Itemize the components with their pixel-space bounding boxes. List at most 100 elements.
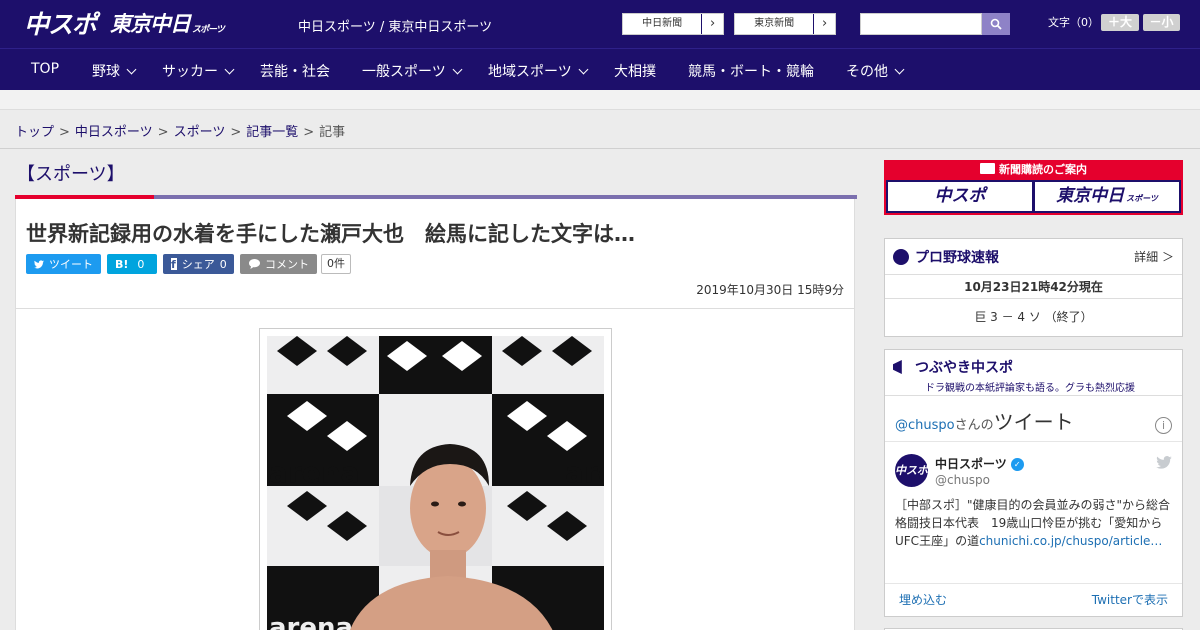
chevron-right-icon: › <box>822 16 828 31</box>
facebook-icon: f <box>171 258 177 271</box>
view-on-twitter-link[interactable]: Twitterで表示 <box>1092 591 1168 608</box>
twitter-bird-icon[interactable] <box>1156 456 1172 469</box>
nav-item-label: 競馬・ボート・競輪 <box>688 64 814 80</box>
nav-item-general-sports[interactable]: 一般スポーツ <box>362 61 463 81</box>
nav-item-sumo[interactable]: 大相撲 <box>614 61 656 81</box>
nav-item-other[interactable]: その他 <box>846 61 905 81</box>
site-names: 中日スポーツ / 東京中日スポーツ <box>298 20 493 35</box>
arena-logo-bottom: arena <box>269 613 353 630</box>
top-header: 中スポ 東京中日 スポーツ 中日スポーツ / 東京中日スポーツ 中日新聞 › 東… <box>0 0 1200 48</box>
breadcrumb-separator: > <box>230 125 242 140</box>
subscription-title: 新聞購読のご案内 <box>884 160 1183 180</box>
megaphone-icon <box>893 360 902 374</box>
breadcrumb-top[interactable]: トップ <box>15 125 54 140</box>
tweet-link[interactable]: chunichi.co.jp/chuspo/article… <box>979 534 1162 548</box>
breadcrumb-chunichi-sports[interactable]: 中日スポーツ <box>75 125 153 140</box>
nav-item-soccer[interactable]: サッカー <box>162 61 235 81</box>
breadcrumb-separator: > <box>303 125 315 140</box>
nav-item-label: 野球 <box>92 64 120 80</box>
comment-button[interactable]: コメント <box>240 254 317 274</box>
nav-item-label: サッカー <box>162 64 218 80</box>
tokyo-logo-sub: スポーツ <box>192 24 225 35</box>
verified-icon: ✓ <box>1010 458 1024 471</box>
tweets-header: つぶやき中スポ ドラ観戦の本紙評論家も語る。グラも熱烈応援 <box>885 350 1182 396</box>
nav-item-racing[interactable]: 競馬・ボート・競輪 <box>688 61 814 81</box>
chevron-down-icon <box>224 64 235 74</box>
tweet-account-handle[interactable]: @chuspo <box>935 473 990 487</box>
hatena-count: 0 <box>137 257 145 271</box>
breadcrumb-article-list[interactable]: 記事一覧 <box>246 125 298 140</box>
chevron-down-icon <box>578 64 589 74</box>
share-buttons: ツイート B! 0 f シェア 0 コメント 0件 <box>26 254 351 274</box>
tweet-label: ツイート <box>49 258 93 271</box>
breadcrumb-separator: > <box>59 125 70 140</box>
font-size-label: 文字（0） <box>1048 16 1099 29</box>
breadcrumb-sports[interactable]: スポーツ <box>174 125 226 140</box>
pro-baseball-title: プロ野球速報 <box>915 249 999 266</box>
comment-count: 0件 <box>321 254 351 274</box>
nav-item-label: TOP <box>31 61 60 77</box>
main-nav: TOP 野球 サッカー 芸能・社会 一般スポーツ 地域スポーツ 大相撲 競馬・ボ… <box>0 48 1200 90</box>
article-photo[interactable]: arena arena arena <box>267 336 604 630</box>
font-size-decrease-button[interactable]: －小 <box>1143 14 1180 31</box>
pro-baseball-more-link[interactable]: 詳細 ＞ <box>1134 248 1174 265</box>
tweets-title: つぶやき中スポ <box>915 360 1013 376</box>
nav-item-label: 芸能・社会 <box>260 64 330 80</box>
arena-logo-right: arena <box>565 456 604 489</box>
tweets-subtitle: ドラ観戦の本紙評論家も語る。グラも熱烈応援 <box>925 383 1135 394</box>
chuspo-logo[interactable]: 中スポ <box>24 8 97 39</box>
facebook-share-button[interactable]: f シェア 0 <box>163 254 234 274</box>
facebook-count: 0 <box>219 257 227 271</box>
pro-baseball-widget: プロ野球速報 詳細 ＞ 10月23日21時42分現在 巨 3 － 4 ソ （終了… <box>884 238 1183 337</box>
facebook-label: シェア <box>181 258 215 271</box>
tokyo-shimbun-label: 東京新聞 <box>735 14 815 34</box>
nav-item-label: その他 <box>846 64 888 80</box>
nav-item-top[interactable]: TOP <box>31 61 59 77</box>
tweet-account-name-text: 中日スポーツ <box>935 457 1007 471</box>
twitter-embed-footer: 埋め込む Twitterで表示 <box>885 583 1182 615</box>
nav-item-entertainment[interactable]: 芸能・社会 <box>260 61 330 81</box>
subscribe-chuspo-button[interactable]: 中スポ <box>888 182 1032 211</box>
pro-baseball-timestamp: 10月23日21時42分現在 <box>885 275 1182 299</box>
hatena-bookmark-button[interactable]: B! 0 <box>107 254 157 274</box>
nav-item-label: 一般スポーツ <box>362 64 446 80</box>
chunichi-shimbun-button[interactable]: 中日新聞 › <box>622 13 724 35</box>
subscribe-tokyo-chunichi-button[interactable]: 東京中日 スポーツ <box>1035 182 1179 211</box>
tweet-button[interactable]: ツイート <box>26 254 101 274</box>
subscribe-tokyo-sub: スポーツ <box>1126 194 1158 203</box>
breadcrumb-current: 記事 <box>319 125 346 140</box>
twitter-icon <box>34 259 44 268</box>
search-icon <box>990 18 1002 30</box>
pro-baseball-score[interactable]: 巨 3 － 4 ソ （終了） <box>885 299 1182 336</box>
twitter-handle-link[interactable]: @chuspo <box>895 418 955 433</box>
tokyo-shimbun-button[interactable]: 東京新聞 › <box>734 13 836 35</box>
breadcrumb-divider <box>0 148 1200 149</box>
nav-item-local-sports[interactable]: 地域スポーツ <box>488 61 589 81</box>
article-date: 2019年10月30日 15時9分 <box>696 283 844 297</box>
section-rule-bar <box>154 195 857 199</box>
embed-link[interactable]: 埋め込む <box>899 591 947 608</box>
tweet-text: ［中部スポ］"健康目的の会員並みの弱さ"から総合格闘技日本代表 19歳山口怜臣が… <box>895 496 1175 550</box>
article-headline: 世界新記録用の水着を手にした瀬戸大也 絵馬に記した文字は… <box>26 222 635 246</box>
info-icon[interactable]: i <box>1155 417 1172 434</box>
subscription-title-text: 新聞購読のご案内 <box>999 163 1087 176</box>
search-input[interactable] <box>860 13 982 35</box>
article-card: 世界新記録用の水着を手にした瀬戸大也 絵馬に記した文字は… ツイート B! 0 … <box>15 195 857 630</box>
tweet-account-name[interactable]: 中日スポーツ ✓ <box>935 455 1024 472</box>
tokyo-logo-text: 東京中日 <box>110 12 191 36</box>
search-button[interactable] <box>982 13 1010 35</box>
tokyo-chunichi-logo[interactable]: 東京中日 スポーツ <box>110 8 225 38</box>
arena-logo-left: arena <box>269 456 360 489</box>
nav-item-baseball[interactable]: 野球 <box>92 61 137 81</box>
article-photo-frame: arena arena arena <box>259 328 612 630</box>
avatar[interactable]: 中スポ <box>895 454 928 487</box>
font-size-increase-button[interactable]: ＋大 <box>1101 14 1139 31</box>
twitter-embed-header: @chuspo さんの ツイート i <box>885 396 1182 442</box>
chevron-down-icon <box>126 64 137 74</box>
nav-strip <box>0 90 1200 110</box>
subscription-options: 中スポ 東京中日 スポーツ <box>886 180 1181 213</box>
chunichi-shimbun-label: 中日新聞 <box>623 14 703 34</box>
chevron-down-icon <box>452 64 463 74</box>
chevron-right-icon: › <box>710 16 716 31</box>
tweets-widget: つぶやき中スポ ドラ観戦の本紙評論家も語る。グラも熱烈応援 @chuspo さんの… <box>884 349 1183 617</box>
